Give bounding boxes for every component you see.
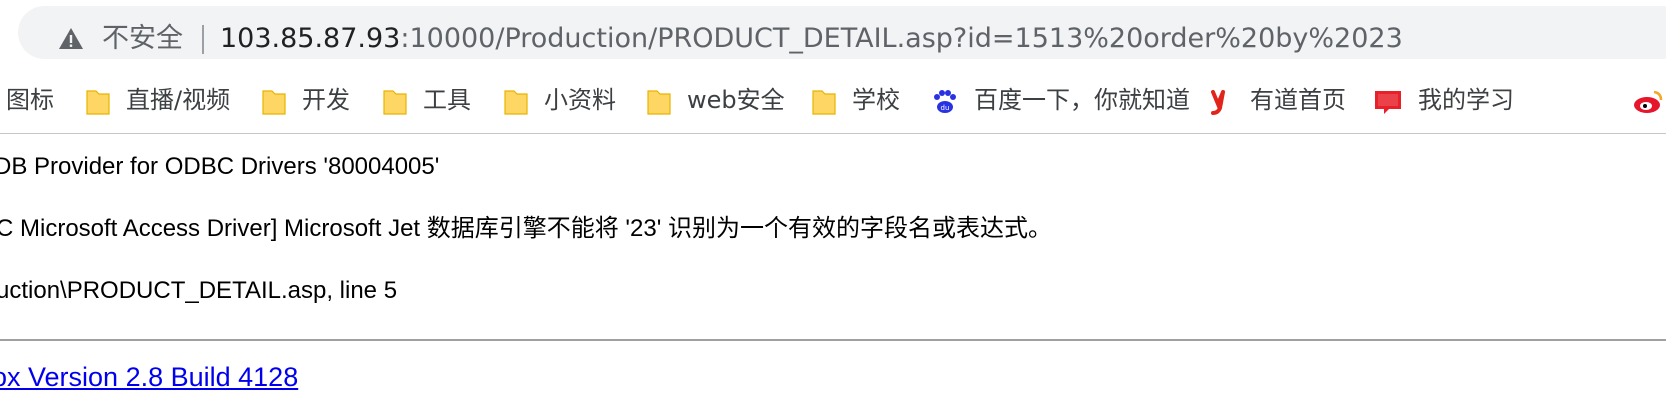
folder-icon (810, 85, 838, 115)
error-provider-line: DB Provider for ODBC Drivers '80004005' (0, 153, 440, 180)
bookmark-label: 小资料 (544, 86, 616, 114)
horizontal-rule (0, 339, 1666, 341)
error-message-line: C Microsoft Access Driver] Microsoft Jet… (0, 215, 1052, 242)
folder-icon (645, 85, 673, 115)
address-bar[interactable]: 不安全 103.85.87.93:10000/Production/PRODUC… (18, 6, 1666, 59)
folder-icon (84, 85, 112, 115)
bookmark-label: 工具 (423, 86, 471, 114)
url-host: 103.85.87.93 (220, 23, 401, 54)
url-text[interactable]: 103.85.87.93:10000/Production/PRODUCT_DE… (220, 22, 1403, 56)
bookmark-label: 学校 (852, 86, 900, 114)
bookmark-label: 有道首页 (1250, 86, 1346, 114)
bookmark-label: 开发 (302, 86, 350, 114)
youdao-icon (1208, 85, 1236, 115)
browser-chrome: 不安全 103.85.87.93:10000/Production/PRODUC… (0, 0, 1666, 134)
bookmark-label: web安全 (687, 86, 785, 114)
weibo-icon (1632, 85, 1666, 115)
svg-text:du: du (941, 104, 950, 112)
folder-icon (502, 85, 530, 115)
bookmark-label: 百度一下，你就知道 (974, 86, 1190, 114)
red-book-icon (1372, 85, 1406, 115)
baidu-icon: du (930, 85, 958, 115)
bookmark-label: 我的学习 (1418, 86, 1514, 114)
bookmarks-bar: 图标 直播/视频 开发 工具 小资料 web安全 学校 du 百度一下，你就知道… (0, 76, 1666, 124)
folder-icon (381, 85, 409, 115)
folder-icon (260, 85, 288, 115)
warning-icon[interactable] (58, 26, 84, 52)
bookmark-label: 直播/视频 (126, 86, 231, 114)
security-status-label[interactable]: 不安全 (102, 22, 183, 56)
error-location-line: uction\PRODUCT_DETAIL.asp, line 5 (0, 277, 398, 304)
server-version-link[interactable]: ox Version 2.8 Build 4128 (0, 360, 298, 394)
omnibox-divider (202, 25, 204, 54)
url-path: :10000/Production/PRODUCT_DETAIL.asp?id=… (400, 23, 1403, 54)
bookmark-label: 图标 (6, 86, 54, 114)
